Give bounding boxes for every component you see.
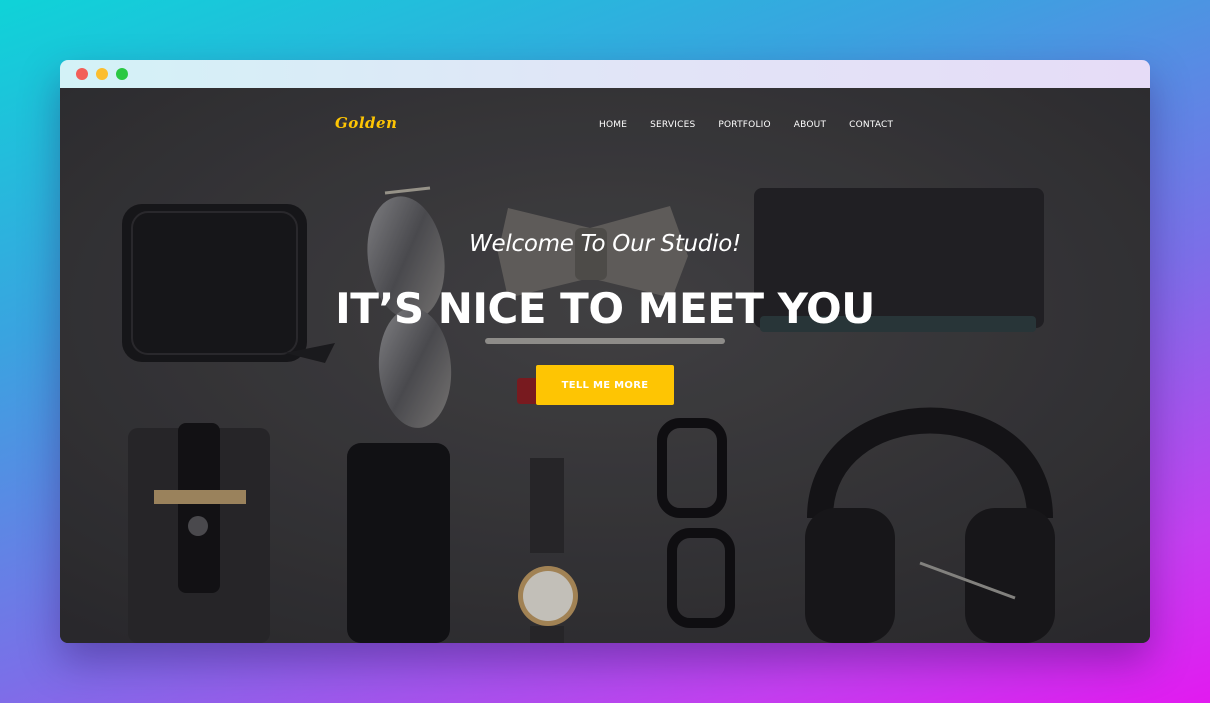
nav-item-services[interactable]: SERVICES xyxy=(650,120,695,130)
maximize-window-button[interactable] xyxy=(116,68,128,80)
nav-item-home[interactable]: HOME xyxy=(599,120,627,130)
hero-headline: IT’S NICE TO MEET YOU xyxy=(335,284,875,333)
nav-item-contact[interactable]: CONTACT xyxy=(849,120,893,130)
hero-section: Golden HOME SERVICES PORTFOLIO ABOUT CON… xyxy=(60,88,1150,643)
minimize-window-button[interactable] xyxy=(96,68,108,80)
brand-logo[interactable]: Golden xyxy=(335,114,397,132)
hero-subtitle: Welcome To Our Studio! xyxy=(469,231,741,257)
close-window-button[interactable] xyxy=(76,68,88,80)
nav-item-portfolio[interactable]: PORTFOLIO xyxy=(718,120,770,130)
main-navigation: HOME SERVICES PORTFOLIO ABOUT CONTACT xyxy=(599,120,893,130)
browser-window: Golden HOME SERVICES PORTFOLIO ABOUT CON… xyxy=(60,60,1150,643)
window-titlebar xyxy=(60,60,1150,88)
nav-item-about[interactable]: ABOUT xyxy=(794,120,826,130)
tell-me-more-button[interactable]: TELL ME MORE xyxy=(536,365,674,405)
